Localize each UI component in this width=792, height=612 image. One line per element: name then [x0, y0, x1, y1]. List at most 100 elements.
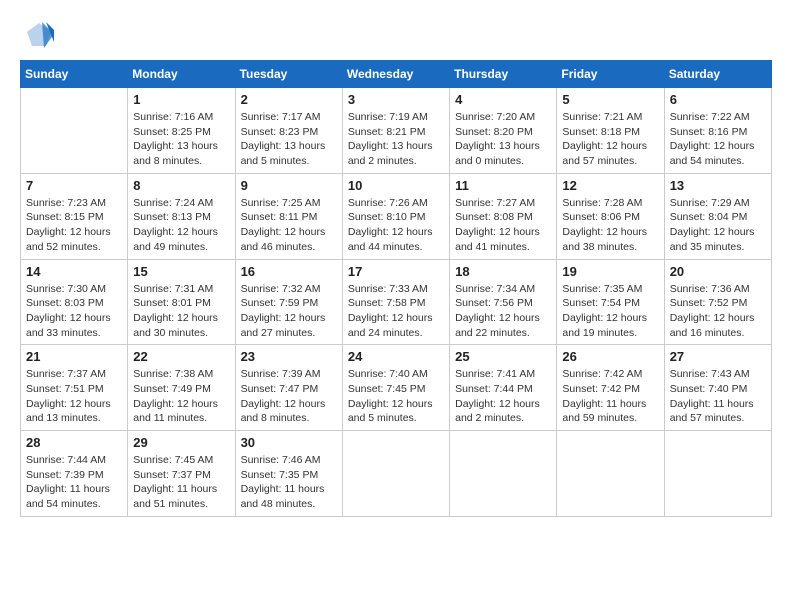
sunset-text: Sunset: 8:01 PM — [133, 297, 211, 309]
sunrise-text: Sunrise: 7:29 AM — [670, 197, 750, 209]
sunrise-text: Sunrise: 7:44 AM — [26, 454, 106, 466]
sunrise-text: Sunrise: 7:38 AM — [133, 368, 213, 380]
day-info: Sunrise: 7:23 AMSunset: 8:15 PMDaylight:… — [26, 196, 122, 255]
calendar-cell: 7Sunrise: 7:23 AMSunset: 8:15 PMDaylight… — [21, 173, 128, 259]
sunrise-text: Sunrise: 7:26 AM — [348, 197, 428, 209]
calendar-cell — [664, 431, 771, 517]
daylight-text: Daylight: 12 hours and 2 minutes. — [455, 398, 540, 425]
sunset-text: Sunset: 7:45 PM — [348, 383, 426, 395]
calendar-cell — [450, 431, 557, 517]
day-number: 1 — [133, 92, 229, 107]
weekday-header: Thursday — [450, 61, 557, 88]
day-number: 18 — [455, 264, 551, 279]
day-info: Sunrise: 7:42 AMSunset: 7:42 PMDaylight:… — [562, 367, 658, 426]
sunrise-text: Sunrise: 7:28 AM — [562, 197, 642, 209]
calendar-week-row: 1 Sunrise: 7:16 AMSunset: 8:25 PMDaylight… — [21, 88, 772, 174]
daylight-text: Daylight: 12 hours and 5 minutes. — [348, 398, 433, 425]
sunset-text: Sunset: 7:47 PM — [241, 383, 319, 395]
day-info: Sunrise: 7:31 AM Sunset: 8:01 PM Daylight:… — [133, 282, 229, 341]
day-number: 16 — [241, 264, 337, 279]
sunset-text: Sunset: 8:23 PM — [241, 126, 319, 138]
sunset-text: Sunset: 8:18 PM — [562, 126, 640, 138]
weekday-header-row: SundayMondayTuesdayWednesdayThursdayFrid… — [21, 61, 772, 88]
calendar-cell: 1 Sunrise: 7:16 AMSunset: 8:25 PMDaylight… — [128, 88, 235, 174]
sunset-text: Sunset: 8:15 PM — [26, 211, 104, 223]
sunrise-text: Sunrise: 7:45 AM — [133, 454, 213, 466]
day-number: 23 — [241, 349, 337, 364]
sunset-text: Sunset: 7:42 PM — [562, 383, 640, 395]
sunset-text: Sunset: 8:06 PM — [562, 211, 640, 223]
calendar-cell: 19Sunrise: 7:35 AMSunset: 7:54 PMDayligh… — [557, 259, 664, 345]
calendar-cell: 26Sunrise: 7:42 AMSunset: 7:42 PMDayligh… — [557, 345, 664, 431]
calendar-cell: 28Sunrise: 7:44 AMSunset: 7:39 PMDayligh… — [21, 431, 128, 517]
calendar-cell: 6Sunrise: 7:22 AMSunset: 8:16 PMDaylight… — [664, 88, 771, 174]
logo — [20, 20, 54, 50]
sunrise-text: Sunrise: 7:37 AM — [26, 368, 106, 380]
daylight-text: Daylight: 12 hours and 38 minutes. — [562, 226, 647, 253]
daylight-text: Daylight: 12 hours and 35 minutes. — [670, 226, 755, 253]
weekday-header: Sunday — [21, 61, 128, 88]
daylight-text: Daylight: 13 hours and 5 minutes. — [241, 140, 326, 167]
day-info: Sunrise: 7:38 AMSunset: 7:49 PMDaylight:… — [133, 367, 229, 426]
sunset-text: Sunset: 8:10 PM — [348, 211, 426, 223]
day-number: 11 — [455, 178, 551, 193]
day-number: 3 — [348, 92, 444, 107]
sunrise-text: Sunrise: 7:19 AM — [348, 111, 428, 123]
daylight-text: Daylight: 11 hours and 51 minutes. — [133, 483, 217, 510]
sunrise-text: Sunrise: 7:17 AM — [241, 111, 321, 123]
calendar-cell: 24Sunrise: 7:40 AMSunset: 7:45 PMDayligh… — [342, 345, 449, 431]
sunset-text: Sunset: 7:52 PM — [670, 297, 748, 309]
sunset-text: Sunset: 7:54 PM — [562, 297, 640, 309]
day-number: 4 — [455, 92, 551, 107]
calendar-cell: 17Sunrise: 7:33 AMSunset: 7:58 PMDayligh… — [342, 259, 449, 345]
sunrise-text: Sunrise: 7:31 AM — [133, 283, 213, 295]
day-info: Sunrise: 7:24 AMSunset: 8:13 PMDaylight:… — [133, 196, 229, 255]
day-info: Sunrise: 7:39 AMSunset: 7:47 PMDaylight:… — [241, 367, 337, 426]
daylight-text: Daylight: 11 hours and 57 minutes. — [670, 398, 754, 425]
day-info: Sunrise: 7:16 AMSunset: 8:25 PMDaylight:… — [133, 110, 229, 169]
calendar-cell — [557, 431, 664, 517]
day-number: 15 — [133, 264, 229, 279]
day-info: Sunrise: 7:37 AM Sunset: 7:51 PM Daylight:… — [26, 367, 122, 426]
daylight-text: Daylight: 12 hours and 46 minutes. — [241, 226, 326, 253]
day-info: Sunrise: 7:41 AMSunset: 7:44 PMDaylight:… — [455, 367, 551, 426]
day-number: 17 — [348, 264, 444, 279]
calendar: SundayMondayTuesdayWednesdayThursdayFrid… — [20, 60, 772, 517]
day-info: Sunrise: 7:46 AMSunset: 7:35 PMDaylight:… — [241, 453, 337, 512]
daylight-text: Daylight: 12 hours and 16 minutes. — [670, 312, 755, 339]
daylight-text: Daylight: 12 hours and 30 minutes. — [133, 312, 218, 339]
sunset-text: Sunset: 7:59 PM — [241, 297, 319, 309]
day-info: Sunrise: 7:40 AM Sunset: 7:45 PM Daylight:… — [348, 367, 444, 426]
calendar-cell: 21Sunrise: 7:37 AMSunset: 7:51 PMDayligh… — [21, 345, 128, 431]
daylight-text: Daylight: 11 hours and 54 minutes. — [26, 483, 110, 510]
sunrise-text: Sunrise: 7:36 AM — [670, 283, 750, 295]
daylight-text: Daylight: 12 hours and 44 minutes. — [348, 226, 433, 253]
day-info: Sunrise: 7:28 AM Sunset: 8:06 PM Daylight:… — [562, 196, 658, 255]
daylight-text: Daylight: 12 hours and 11 minutes. — [133, 398, 218, 425]
calendar-cell: 4Sunrise: 7:20 AMSunset: 8:20 PMDaylight… — [450, 88, 557, 174]
daylight-text: Daylight: 12 hours and 27 minutes. — [241, 312, 326, 339]
day-number: 9 — [241, 178, 337, 193]
daylight-text: Daylight: 12 hours and 13 minutes. — [26, 398, 111, 425]
day-info: Sunrise: 7:45 AM Sunset: 7:37 PM Daylight:… — [133, 453, 229, 512]
sunset-text: Sunset: 7:51 PM — [26, 383, 104, 395]
calendar-cell: 18Sunrise: 7:34 AMSunset: 7:56 PMDayligh… — [450, 259, 557, 345]
day-info: Sunrise: 7:35 AMSunset: 7:54 PMDaylight:… — [562, 282, 658, 341]
sunrise-text: Sunrise: 7:42 AM — [562, 368, 642, 380]
sunrise-text: Sunrise: 7:40 AM — [348, 368, 428, 380]
day-number: 20 — [670, 264, 766, 279]
calendar-cell: 30Sunrise: 7:46 AMSunset: 7:35 PMDayligh… — [235, 431, 342, 517]
calendar-cell: 5Sunrise: 7:21 AMSunset: 8:18 PMDaylight… — [557, 88, 664, 174]
sunrise-text: Sunrise: 7:39 AM — [241, 368, 321, 380]
sunset-text: Sunset: 8:25 PM — [133, 126, 211, 138]
daylight-text: Daylight: 12 hours and 49 minutes. — [133, 226, 218, 253]
sunrise-text: Sunrise: 7:24 AM — [133, 197, 213, 209]
calendar-week-row: 21Sunrise: 7:37 AMSunset: 7:51 PMDayligh… — [21, 345, 772, 431]
sunrise-text: Sunrise: 7:46 AM — [241, 454, 321, 466]
sunset-text: Sunset: 7:56 PM — [455, 297, 533, 309]
day-number: 13 — [670, 178, 766, 193]
daylight-text: Daylight: 12 hours and 54 minutes. — [670, 140, 755, 167]
day-number: 12 — [562, 178, 658, 193]
day-info: Sunrise: 7:36 AM Sunset: 7:52 PM Daylight:… — [670, 282, 766, 341]
sunset-text: Sunset: 7:37 PM — [133, 469, 211, 481]
